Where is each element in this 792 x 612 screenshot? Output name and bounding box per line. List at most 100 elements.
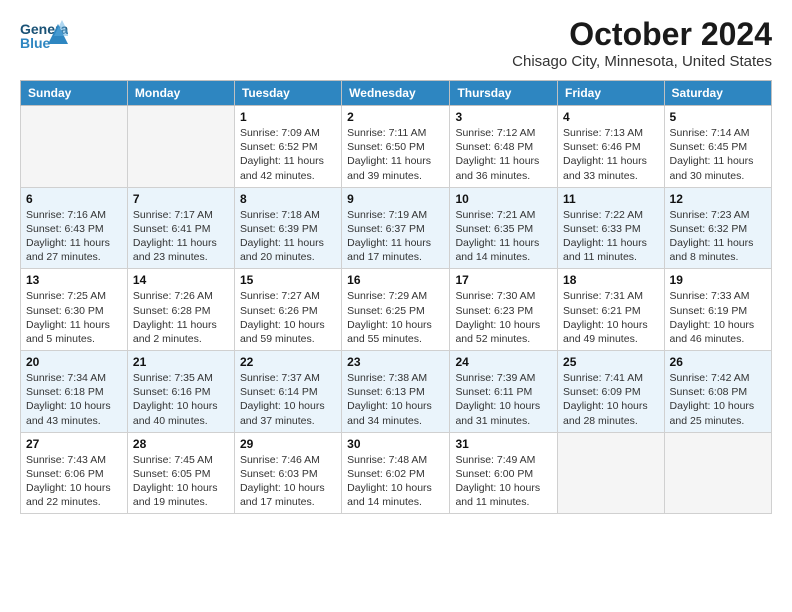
day-info: Sunrise: 7:33 AM Sunset: 6:19 PM Dayligh…	[670, 289, 766, 346]
table-row: 15 Sunrise: 7:27 AM Sunset: 6:26 PM Dayli…	[234, 269, 341, 351]
table-row: 24 Sunrise: 7:39 AM Sunset: 6:11 PM Dayli…	[450, 351, 558, 433]
table-row: 21 Sunrise: 7:35 AM Sunset: 6:16 PM Dayli…	[127, 351, 234, 433]
day-info: Sunrise: 7:29 AM Sunset: 6:25 PM Dayligh…	[347, 289, 444, 346]
day-info: Sunrise: 7:18 AM Sunset: 6:39 PM Dayligh…	[240, 208, 336, 265]
table-row: 8 Sunrise: 7:18 AM Sunset: 6:39 PM Daylig…	[234, 187, 341, 269]
day-number: 30	[347, 437, 444, 451]
table-row: 10 Sunrise: 7:21 AM Sunset: 6:35 PM Dayli…	[450, 187, 558, 269]
day-number: 1	[240, 110, 336, 124]
col-wednesday: Wednesday	[342, 81, 450, 106]
day-number: 10	[455, 192, 552, 206]
day-number: 27	[26, 437, 122, 451]
col-thursday: Thursday	[450, 81, 558, 106]
col-tuesday: Tuesday	[234, 81, 341, 106]
day-info: Sunrise: 7:13 AM Sunset: 6:46 PM Dayligh…	[563, 126, 659, 183]
day-number: 31	[455, 437, 552, 451]
day-info: Sunrise: 7:19 AM Sunset: 6:37 PM Dayligh…	[347, 208, 444, 265]
table-row: 20Sunrise: 7:34 AM Sunset: 6:18 PM Dayli…	[21, 351, 128, 433]
day-info: Sunrise: 7:42 AM Sunset: 6:08 PM Dayligh…	[670, 371, 766, 428]
calendar-header-row: Sunday Monday Tuesday Wednesday Thursday…	[21, 81, 772, 106]
title-block: October 2024 Chisago City, Minnesota, Un…	[512, 16, 772, 70]
svg-text:Blue: Blue	[20, 35, 51, 51]
day-info: Sunrise: 7:49 AM Sunset: 6:00 PM Dayligh…	[455, 453, 552, 510]
day-number: 16	[347, 273, 444, 287]
col-monday: Monday	[127, 81, 234, 106]
day-info: Sunrise: 7:14 AM Sunset: 6:45 PM Dayligh…	[670, 126, 766, 183]
table-row: 30 Sunrise: 7:48 AM Sunset: 6:02 PM Dayli…	[342, 432, 450, 514]
day-number: 13	[26, 273, 122, 287]
day-number: 2	[347, 110, 444, 124]
day-info: Sunrise: 7:30 AM Sunset: 6:23 PM Dayligh…	[455, 289, 552, 346]
day-info: Sunrise: 7:12 AM Sunset: 6:48 PM Dayligh…	[455, 126, 552, 183]
day-info: Sunrise: 7:27 AM Sunset: 6:26 PM Dayligh…	[240, 289, 336, 346]
day-number: 29	[240, 437, 336, 451]
table-row: 26Sunrise: 7:42 AM Sunset: 6:08 PM Dayli…	[664, 351, 771, 433]
table-row: 7 Sunrise: 7:17 AM Sunset: 6:41 PM Daylig…	[127, 187, 234, 269]
calendar-week-row: 6 Sunrise: 7:16 AM Sunset: 6:43 PM Daylig…	[21, 187, 772, 269]
main-title: October 2024	[512, 16, 772, 53]
table-row: 28 Sunrise: 7:45 AM Sunset: 6:05 PM Dayli…	[127, 432, 234, 514]
col-friday: Friday	[558, 81, 665, 106]
day-info: Sunrise: 7:45 AM Sunset: 6:05 PM Dayligh…	[133, 453, 229, 510]
day-info: Sunrise: 7:35 AM Sunset: 6:16 PM Dayligh…	[133, 371, 229, 428]
day-number: 7	[133, 192, 229, 206]
day-number: 11	[563, 192, 659, 206]
day-info: Sunrise: 7:46 AM Sunset: 6:03 PM Dayligh…	[240, 453, 336, 510]
table-row: 25 Sunrise: 7:41 AM Sunset: 6:09 PM Dayli…	[558, 351, 665, 433]
day-number: 24	[455, 355, 552, 369]
table-row: 3 Sunrise: 7:12 AM Sunset: 6:48 PM Daylig…	[450, 106, 558, 188]
calendar-week-row: 27 Sunrise: 7:43 AM Sunset: 6:06 PM Dayli…	[21, 432, 772, 514]
subtitle: Chisago City, Minnesota, United States	[512, 53, 772, 70]
calendar-week-row: 20Sunrise: 7:34 AM Sunset: 6:18 PM Dayli…	[21, 351, 772, 433]
day-number: 23	[347, 355, 444, 369]
table-row: 31 Sunrise: 7:49 AM Sunset: 6:00 PM Dayli…	[450, 432, 558, 514]
day-info: Sunrise: 7:48 AM Sunset: 6:02 PM Dayligh…	[347, 453, 444, 510]
calendar-week-row: 1 Sunrise: 7:09 AM Sunset: 6:52 PM Daylig…	[21, 106, 772, 188]
table-row: 11 Sunrise: 7:22 AM Sunset: 6:33 PM Dayli…	[558, 187, 665, 269]
day-number: 4	[563, 110, 659, 124]
table-row	[21, 106, 128, 188]
day-number: 15	[240, 273, 336, 287]
day-info: Sunrise: 7:25 AM Sunset: 6:30 PM Dayligh…	[26, 289, 122, 346]
day-info: Sunrise: 7:09 AM Sunset: 6:52 PM Dayligh…	[240, 126, 336, 183]
table-row: 5 Sunrise: 7:14 AM Sunset: 6:45 PM Daylig…	[664, 106, 771, 188]
table-row: 18Sunrise: 7:31 AM Sunset: 6:21 PM Dayli…	[558, 269, 665, 351]
table-row	[558, 432, 665, 514]
day-info: Sunrise: 7:23 AM Sunset: 6:32 PM Dayligh…	[670, 208, 766, 265]
day-number: 18	[563, 273, 659, 287]
table-row: 14Sunrise: 7:26 AM Sunset: 6:28 PM Dayli…	[127, 269, 234, 351]
day-number: 14	[133, 273, 229, 287]
day-number: 22	[240, 355, 336, 369]
day-number: 6	[26, 192, 122, 206]
day-info: Sunrise: 7:41 AM Sunset: 6:09 PM Dayligh…	[563, 371, 659, 428]
day-number: 19	[670, 273, 766, 287]
table-row: 17Sunrise: 7:30 AM Sunset: 6:23 PM Dayli…	[450, 269, 558, 351]
day-number: 25	[563, 355, 659, 369]
day-number: 20	[26, 355, 122, 369]
day-info: Sunrise: 7:17 AM Sunset: 6:41 PM Dayligh…	[133, 208, 229, 265]
table-row: 4 Sunrise: 7:13 AM Sunset: 6:46 PM Daylig…	[558, 106, 665, 188]
day-number: 21	[133, 355, 229, 369]
day-info: Sunrise: 7:21 AM Sunset: 6:35 PM Dayligh…	[455, 208, 552, 265]
table-row: 16 Sunrise: 7:29 AM Sunset: 6:25 PM Dayli…	[342, 269, 450, 351]
table-row: 2 Sunrise: 7:11 AM Sunset: 6:50 PM Daylig…	[342, 106, 450, 188]
table-row: 29 Sunrise: 7:46 AM Sunset: 6:03 PM Dayli…	[234, 432, 341, 514]
table-row: 9 Sunrise: 7:19 AM Sunset: 6:37 PM Daylig…	[342, 187, 450, 269]
day-number: 28	[133, 437, 229, 451]
logo-icon: General Blue	[20, 16, 68, 61]
col-sunday: Sunday	[21, 81, 128, 106]
day-info: Sunrise: 7:43 AM Sunset: 6:06 PM Dayligh…	[26, 453, 122, 510]
calendar: Sunday Monday Tuesday Wednesday Thursday…	[20, 80, 772, 514]
table-row: 6 Sunrise: 7:16 AM Sunset: 6:43 PM Daylig…	[21, 187, 128, 269]
day-number: 9	[347, 192, 444, 206]
day-number: 8	[240, 192, 336, 206]
day-info: Sunrise: 7:22 AM Sunset: 6:33 PM Dayligh…	[563, 208, 659, 265]
day-info: Sunrise: 7:11 AM Sunset: 6:50 PM Dayligh…	[347, 126, 444, 183]
day-info: Sunrise: 7:16 AM Sunset: 6:43 PM Dayligh…	[26, 208, 122, 265]
day-number: 5	[670, 110, 766, 124]
table-row: 22Sunrise: 7:37 AM Sunset: 6:14 PM Dayli…	[234, 351, 341, 433]
page: General Blue October 2024 Chisago City, …	[0, 0, 792, 524]
day-info: Sunrise: 7:39 AM Sunset: 6:11 PM Dayligh…	[455, 371, 552, 428]
day-number: 3	[455, 110, 552, 124]
table-row: 27 Sunrise: 7:43 AM Sunset: 6:06 PM Dayli…	[21, 432, 128, 514]
